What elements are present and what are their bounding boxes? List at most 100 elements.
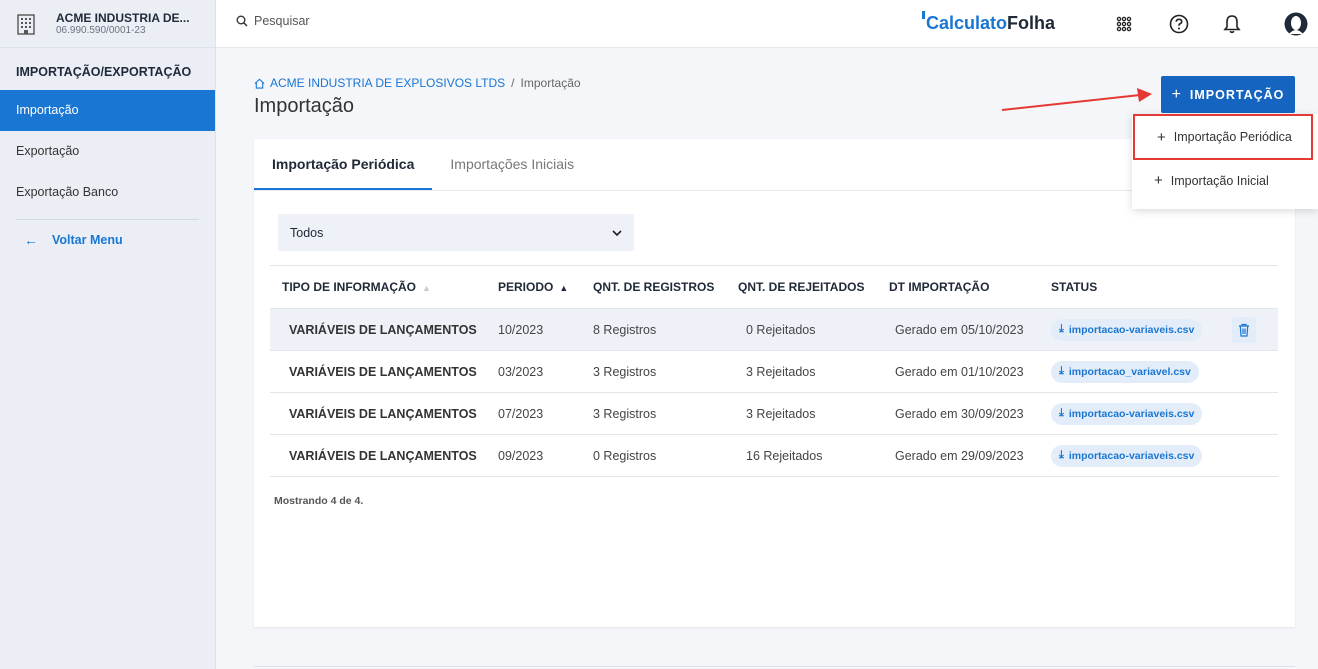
menu-item-importacao-periodica[interactable]: + Importação Periódica: [1133, 114, 1313, 160]
cell-actions: [1220, 392, 1278, 435]
import-dropdown-menu: + Importação Periódica + Importação Inic…: [1132, 114, 1318, 209]
cell-dt: Gerado em 30/09/2023: [877, 392, 1039, 435]
tab-importacao-periodica[interactable]: Importação Periódica: [254, 139, 433, 190]
plus-icon: +: [1154, 172, 1163, 189]
search-placeholder: Pesquisar: [254, 14, 310, 28]
apps-grid-icon[interactable]: [1112, 12, 1136, 36]
back-menu-label: Voltar Menu: [52, 233, 123, 247]
sort-ascending-icon: ▲: [559, 282, 569, 293]
chevron-down-icon: [612, 229, 622, 236]
user-avatar-icon[interactable]: [1284, 12, 1308, 36]
col-periodo-header[interactable]: PERIODO ▲: [486, 265, 581, 309]
table-row[interactable]: VARIÁVEIS DE LANÇAMENTOS 09/2023 0 Regis…: [270, 434, 1278, 477]
cell-dt: Gerado em 05/10/2023: [877, 308, 1039, 351]
download-icon: ⤓: [1059, 407, 1064, 419]
cell-periodo: 09/2023: [486, 434, 581, 477]
download-icon: ⤓: [1059, 323, 1064, 335]
table-row[interactable]: VARIÁVEIS DE LANÇAMENTOS 07/2023 3 Regis…: [270, 392, 1278, 435]
menu-item-label: Importação Inicial: [1170, 173, 1269, 188]
breadcrumb: ACME INDUSTRIA DE EXPLOSIVOS LTDS / Impo…: [254, 76, 581, 90]
import-button-label: IMPORTAÇÃO: [1189, 87, 1285, 102]
cell-rejeitados: 3 Rejeitados: [726, 392, 877, 435]
search-icon: [236, 15, 248, 27]
cell-actions: [1220, 434, 1278, 477]
table-row[interactable]: VARIÁVEIS DE LANÇAMENTOS 10/2023 8 Regis…: [270, 308, 1278, 351]
annotation-arrow-icon: [1001, 88, 1152, 111]
cell-registros: 3 Registros: [581, 392, 726, 435]
tab-importacoes-iniciais[interactable]: Importações Iniciais: [432, 139, 592, 190]
cell-periodo: 10/2023: [486, 308, 581, 351]
type-filter-value: Todos: [290, 225, 324, 240]
import-button[interactable]: + IMPORTAÇÃO: [1161, 76, 1295, 113]
sidebar-item-exportacao-banco[interactable]: Exportação Banco: [0, 172, 215, 213]
company-name: ACME INDUSTRIA DE...: [56, 10, 190, 25]
page-title: Importação: [254, 95, 355, 117]
brand-tick-mark: [922, 11, 925, 19]
type-filter-select[interactable]: Todos: [278, 214, 634, 251]
menu-item-importacao-inicial[interactable]: + Importação Inicial: [1132, 160, 1318, 201]
plus-icon: +: [1171, 85, 1182, 103]
table-header-row: TIPO DE INFORMAÇÃO ▲ PERIODO ▲ QNT. DE REG…: [270, 265, 1278, 309]
arrow-left-icon: ←: [24, 232, 38, 248]
cell-periodo: 03/2023: [486, 350, 581, 393]
sidebar-item-exportacao[interactable]: Exportação: [0, 131, 215, 172]
col-status-header: STATUS: [1039, 265, 1220, 309]
cell-tipo: VARIÁVEIS DE LANÇAMENTOS: [270, 308, 486, 351]
cell-tipo: VARIÁVEIS DE LANÇAMENTOS: [270, 350, 486, 393]
breadcrumb-separator: /: [511, 76, 515, 90]
help-icon[interactable]: [1167, 12, 1191, 36]
imports-table: TIPO DE INFORMAÇÃO ▲ PERIODO ▲ QNT. DE REG…: [270, 265, 1278, 477]
back-menu-link[interactable]: ← Voltar Menu: [0, 220, 215, 260]
col-actions-header: [1220, 265, 1278, 309]
col-tipo-header[interactable]: TIPO DE INFORMAÇÃO ▲: [270, 265, 486, 309]
cell-dt: Gerado em 29/09/2023: [877, 434, 1039, 477]
breadcrumb-current: Importação: [520, 76, 581, 90]
sidebar-section-title: IMPORTAÇÃO/EXPORTAÇÃO: [16, 65, 192, 79]
cell-status: ⤓ importacao_variavel.csv: [1039, 350, 1220, 393]
cell-actions: [1220, 350, 1278, 393]
col-rejeitados-header: QNT. DE REJEITADOS: [726, 265, 877, 309]
brand-part-2: Folha: [1007, 13, 1056, 33]
footer-divider: [254, 666, 1295, 667]
sidebar: ACME INDUSTRIA DE... 06.990.590/0001-23 …: [0, 0, 216, 669]
home-icon[interactable]: [254, 78, 265, 89]
col-periodo-label: PERIODO: [498, 280, 554, 294]
download-file-chip[interactable]: ⤓ importacao_variavel.csv: [1051, 360, 1199, 383]
download-file-chip[interactable]: ⤓ importacao-variaveis.csv: [1051, 402, 1203, 425]
cell-tipo: VARIÁVEIS DE LANÇAMENTOS: [270, 434, 486, 477]
cell-registros: 8 Registros: [581, 308, 726, 351]
col-registros-header: QNT. DE REGISTROS: [581, 265, 726, 309]
breadcrumb-root-link[interactable]: ACME INDUSTRIA DE EXPLOSIVOS LTDS: [270, 76, 505, 90]
main-card: Importação Periódica Importações Iniciai…: [254, 139, 1295, 627]
file-name: importacao_variavel.csv: [1068, 365, 1191, 378]
download-icon: ⤓: [1059, 365, 1064, 377]
table-row[interactable]: VARIÁVEIS DE LANÇAMENTOS 03/2023 3 Regis…: [270, 350, 1278, 393]
sidebar-item-importacao[interactable]: Importação: [0, 90, 215, 131]
cell-registros: 0 Registros: [581, 434, 726, 477]
file-name: importacao-variaveis.csv: [1068, 449, 1195, 462]
cell-rejeitados: 3 Rejeitados: [726, 350, 877, 393]
search-input[interactable]: Pesquisar: [236, 14, 310, 28]
delete-button[interactable]: [1232, 316, 1256, 343]
bell-icon[interactable]: [1220, 12, 1244, 36]
cell-periodo: 07/2023: [486, 392, 581, 435]
menu-item-label: Importação Periódica: [1173, 130, 1292, 144]
cell-rejeitados: 0 Rejeitados: [726, 308, 877, 351]
download-file-chip[interactable]: ⤓ importacao-variaveis.csv: [1051, 318, 1203, 341]
company-cnpj: 06.990.590/0001-23: [56, 24, 146, 36]
brand-logo: CalculatoFolha: [922, 11, 1056, 34]
cell-dt: Gerado em 01/10/2023: [877, 350, 1039, 393]
download-file-chip[interactable]: ⤓ importacao-variaveis.csv: [1051, 444, 1203, 467]
cell-registros: 3 Registros: [581, 350, 726, 393]
cell-status: ⤓ importacao-variaveis.csv: [1039, 392, 1220, 435]
trash-icon: [1239, 323, 1249, 337]
col-dt-header: DT IMPORTAÇÃO: [877, 265, 1039, 309]
plus-icon: +: [1157, 128, 1166, 146]
download-icon: ⤓: [1059, 449, 1064, 461]
cell-rejeitados: 16 Rejeitados: [726, 434, 877, 477]
cell-status: ⤓ importacao-variaveis.csv: [1039, 308, 1220, 351]
cell-tipo: VARIÁVEIS DE LANÇAMENTOS: [270, 392, 486, 435]
company-selector[interactable]: ACME INDUSTRIA DE... 06.990.590/0001-23: [0, 0, 215, 48]
pagination-summary: Mostrando 4 de 4.: [274, 495, 364, 507]
sort-icon: ▲: [422, 282, 431, 293]
